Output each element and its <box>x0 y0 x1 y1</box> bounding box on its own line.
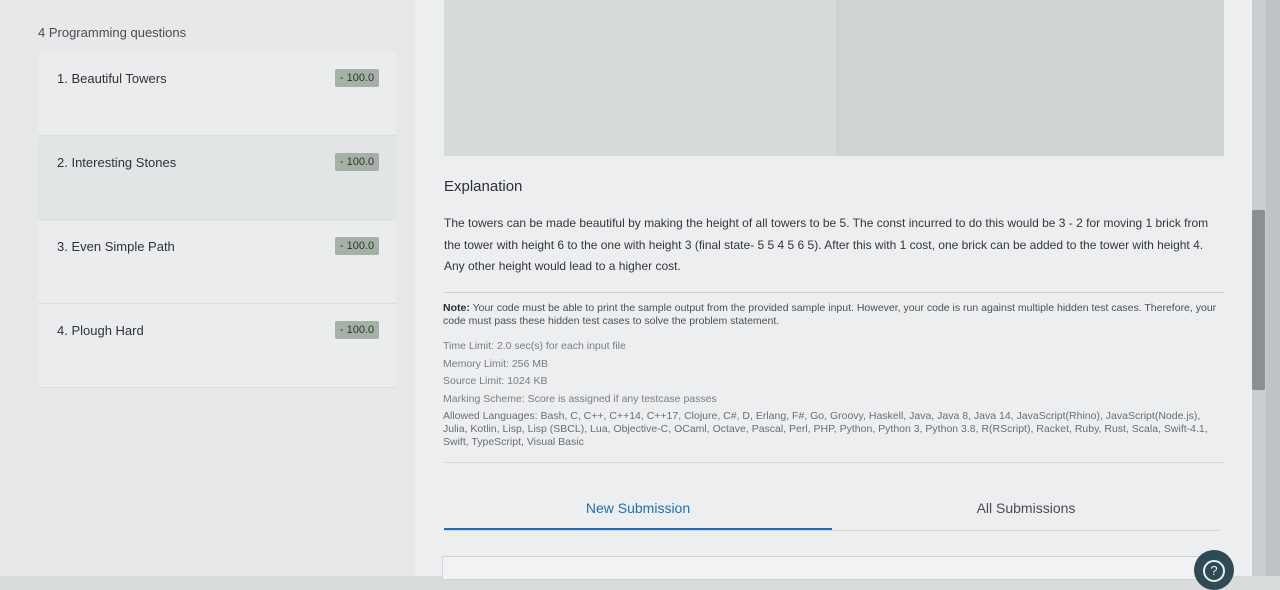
note-label: Note: <box>443 302 470 314</box>
source-limit: Source Limit: 1024 KB <box>443 375 548 387</box>
tab-all-submissions[interactable]: All Submissions <box>832 500 1220 528</box>
question-item-plough-hard[interactable]: 4. Plough Hard - 100.0 <box>38 305 396 388</box>
limits-block: Time Limit: 2.0 sec(s) for each input fi… <box>443 338 1218 449</box>
question-title: 2. Interesting Stones <box>57 155 177 170</box>
sidebar-heading: 4 Programming questions <box>38 25 187 40</box>
explanation-heading: Explanation <box>444 178 523 195</box>
question-item-interesting-stones[interactable]: 2. Interesting Stones - 100.0 <box>38 137 396 220</box>
divider <box>444 292 1224 293</box>
memory-limit: Memory Limit: 256 MB <box>443 357 549 370</box>
question-title: 4. Plough Hard <box>57 323 144 338</box>
question-item-even-simple-path[interactable]: 3. Even Simple Path - 100.0 <box>38 221 396 304</box>
question-list: 1. Beautiful Towers - 100.0 2. Interesti… <box>38 53 396 389</box>
score-badge: - 100.0 <box>335 69 379 87</box>
marking-scheme: Marking Scheme: Score is assigned if any… <box>443 392 717 405</box>
question-title: 3. Even Simple Path <box>57 239 175 254</box>
code-editor-box[interactable] <box>442 556 1222 580</box>
question-item-beautiful-towers[interactable]: 1. Beautiful Towers - 100.0 <box>38 53 396 136</box>
divider <box>444 462 1224 463</box>
score-badge: - 100.0 <box>335 321 379 339</box>
note-text: Your code must be able to print the samp… <box>443 302 1217 327</box>
time-limit: Time Limit: 2.0 sec(s) for each input fi… <box>443 340 626 352</box>
question-title: 1. Beautiful Towers <box>57 71 167 86</box>
sample-image <box>444 0 1224 156</box>
explanation-text: The towers can be made beautiful by maki… <box>444 216 1209 273</box>
tabs-underline <box>444 530 1220 531</box>
question-icon: ? <box>1203 560 1225 582</box>
note-block: Note: Your code must be able to print th… <box>443 302 1218 328</box>
window-edge <box>1266 0 1280 576</box>
score-badge: - 100.0 <box>335 153 379 171</box>
help-button[interactable]: ? <box>1194 550 1234 590</box>
scrollbar-thumb[interactable] <box>1252 210 1265 390</box>
sample-image-right <box>836 0 1224 156</box>
allowed-languages: Allowed Languages: Bash, C, C++, C++14, … <box>443 410 1208 448</box>
tab-new-submission[interactable]: New Submission <box>444 500 832 530</box>
score-badge: - 100.0 <box>335 237 379 255</box>
